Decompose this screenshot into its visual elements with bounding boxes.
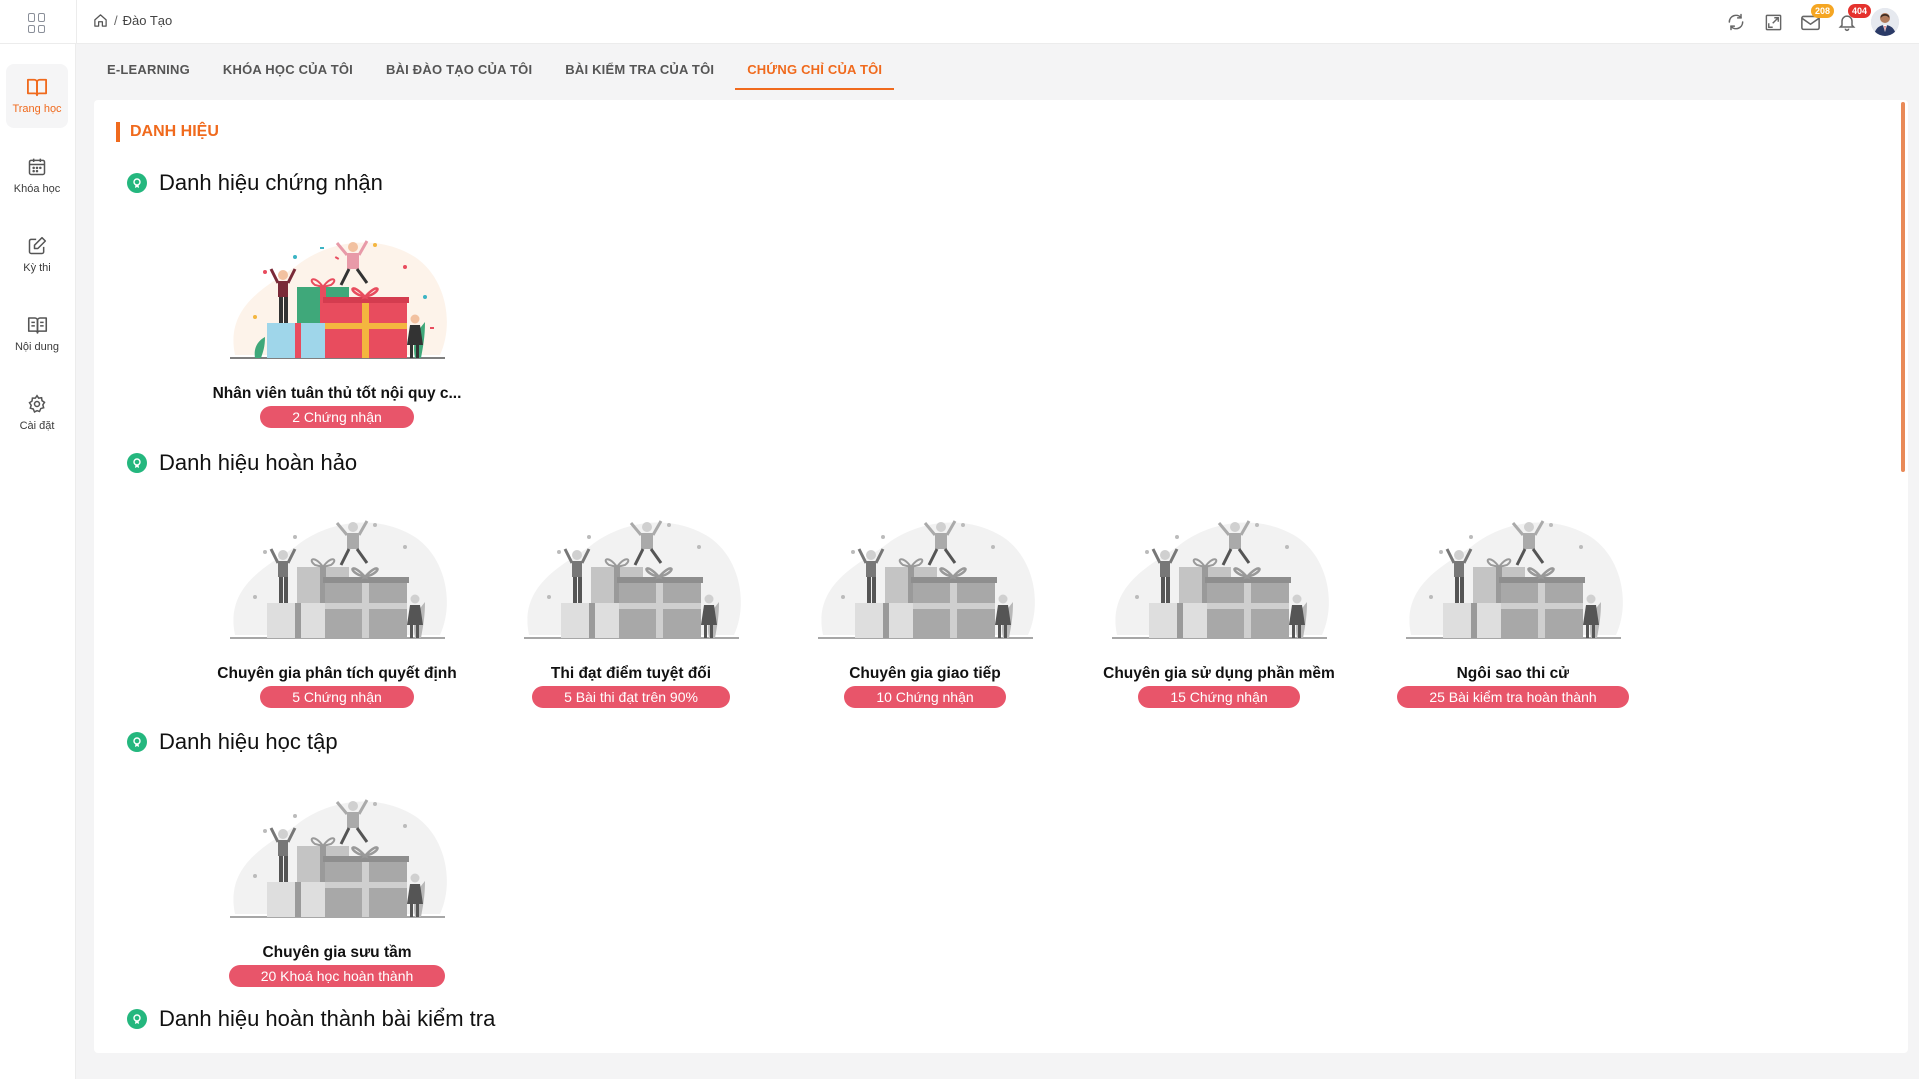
section-title: Danh hiệu chứng nhận [159,170,383,195]
section-heading: Danh hiệu chứng nhận [127,170,383,196]
gift-celebration-illustration-locked [817,520,1035,639]
sidebar-item-cai-dat[interactable]: Cài đặt [6,381,68,445]
badge-requirement: 25 Bài kiểm tra hoàn thành [1397,686,1629,708]
badge-requirement: 5 Chứng nhận [260,686,414,708]
sidebar-item-noi-dung[interactable]: Nội dung [6,302,68,366]
sidebar-item-label: Trang học [12,103,62,115]
user-avatar[interactable] [1871,8,1899,36]
gift-celebration-illustration [229,240,447,359]
notification-button[interactable]: 404 [1832,4,1872,36]
badge-name: Chuyên gia sưu tầm [262,944,412,961]
scrollbar[interactable] [1901,102,1905,472]
section-heading: Danh hiệu hoàn thành bài kiểm tra [127,1006,495,1032]
award-icon [127,732,147,752]
sidebar-item-label: Kỳ thi [23,262,51,274]
calendar-icon [28,158,46,176]
badge-name: Nhân viên tuân thủ tốt nội quy c... [212,385,462,402]
breadcrumb: / Đào Tạo [93,13,172,28]
badge-card[interactable]: Ngôi sao thi cử 25 Bài kiểm tra hoàn thà… [1368,507,1658,708]
top-bar: / Đào Tạo 208 404 [0,0,1919,44]
badge-requirement: 10 Chứng nhận [844,686,1006,708]
badge-name: Thi đạt điểm tuyệt đối [550,665,712,682]
tab-my-trainings[interactable]: BÀI ĐÀO TẠO CỦA TÔI [374,52,544,90]
refresh-icon [1728,13,1744,31]
badge-name: Chuyên gia sử dụng phần mềm [1103,665,1335,682]
section-title: Danh hiệu hoàn thành bài kiểm tra [159,1006,496,1031]
content-panel: DANH HIỆU Danh hiệu chứng nhận Nhân viên… [94,100,1908,1053]
badge-name: Chuyên gia giao tiếp [849,665,1001,682]
home-icon[interactable] [93,13,108,28]
apps-grid-icon[interactable] [28,13,48,33]
badge-card[interactable]: Thi đạt điểm tuyệt đối 5 Bài thi đạt trê… [486,507,776,708]
gift-celebration-illustration-locked [523,520,741,639]
book-open-icon [26,78,47,97]
content-book-icon [27,317,47,334]
notification-badge: 404 [1848,4,1872,18]
award-icon [127,453,147,473]
gift-celebration-illustration-locked [229,520,447,639]
edit-icon [28,236,47,255]
award-icon [127,1009,147,1029]
refresh-button[interactable] [1721,8,1751,36]
breadcrumb-separator: / [114,13,118,28]
tab-my-tests[interactable]: BÀI KIỂM TRA CỦA TÔI [553,52,726,90]
section-heading: Danh hiệu học tập [127,729,338,755]
toolbar: 208 404 [1714,4,1899,36]
badge-requirement: 20 Khoá học hoàn thành [228,965,446,987]
section-heading: Danh hiệu hoàn hảo [127,450,357,476]
section-title: Danh hiệu hoàn hảo [159,450,358,475]
badge-card[interactable]: Nhân viên tuân thủ tốt nội quy c... 2 Ch… [192,227,482,428]
sidebar-item-trang-hoc[interactable]: Trang học [6,64,68,128]
divider [76,0,77,44]
tab-e-learning[interactable]: E-LEARNING [95,52,202,90]
gift-celebration-illustration-locked [229,799,447,918]
badge-requirement: 2 Chứng nhận [260,406,414,428]
sidebar-item-label: Cài đặt [19,420,55,432]
mail-button[interactable]: 208 [1795,4,1835,36]
award-icon [127,173,147,193]
sidebar-item-khoa-hoc[interactable]: Khóa học [6,144,68,208]
section-title: Danh hiệu học tập [159,729,338,754]
badge-name: Ngôi sao thi cử [1456,665,1570,682]
sidebar-item-ky-thi[interactable]: Kỳ thi [6,223,68,287]
badge-card[interactable]: Chuyên gia phân tích quyết định 5 Chứng … [192,507,482,708]
tab-my-certificates[interactable]: CHỨNG CHỈ CỦA TÔI [735,52,895,90]
expand-icon [1765,14,1781,30]
gift-celebration-illustration-locked [1405,520,1623,639]
gear-icon [28,394,46,413]
tab-bar: E-LEARNING KHÓA HỌC CỦA TÔI BÀI ĐÀO TẠO … [95,52,903,90]
sidebar-item-label: Nội dung [14,341,60,353]
sidebar-item-label: Khóa học [13,183,61,195]
badge-card[interactable]: Chuyên gia sưu tầm 20 Khoá học hoàn thàn… [192,786,482,987]
mail-badge: 208 [1811,4,1835,18]
tab-my-courses[interactable]: KHÓA HỌC CỦA TÔI [211,52,365,90]
fullscreen-button[interactable] [1758,8,1788,36]
page-title: DANH HIỆU [116,122,219,142]
badge-card[interactable]: Chuyên gia giao tiếp 10 Chứng nhận [780,507,1070,708]
gift-celebration-illustration-locked [1111,520,1329,639]
badge-requirement: 15 Chứng nhận [1138,686,1300,708]
badge-name: Chuyên gia phân tích quyết định [217,665,457,682]
avatar-icon [1871,8,1899,36]
sidebar: Trang học Khóa học Kỳ thi Nội dung Cài đ… [0,44,76,1079]
breadcrumb-current[interactable]: Đào Tạo [123,13,173,28]
badge-requirement: 5 Bài thi đạt trên 90% [532,686,730,708]
badge-card[interactable]: Chuyên gia sử dụng phần mềm 15 Chứng nhậ… [1074,507,1364,708]
